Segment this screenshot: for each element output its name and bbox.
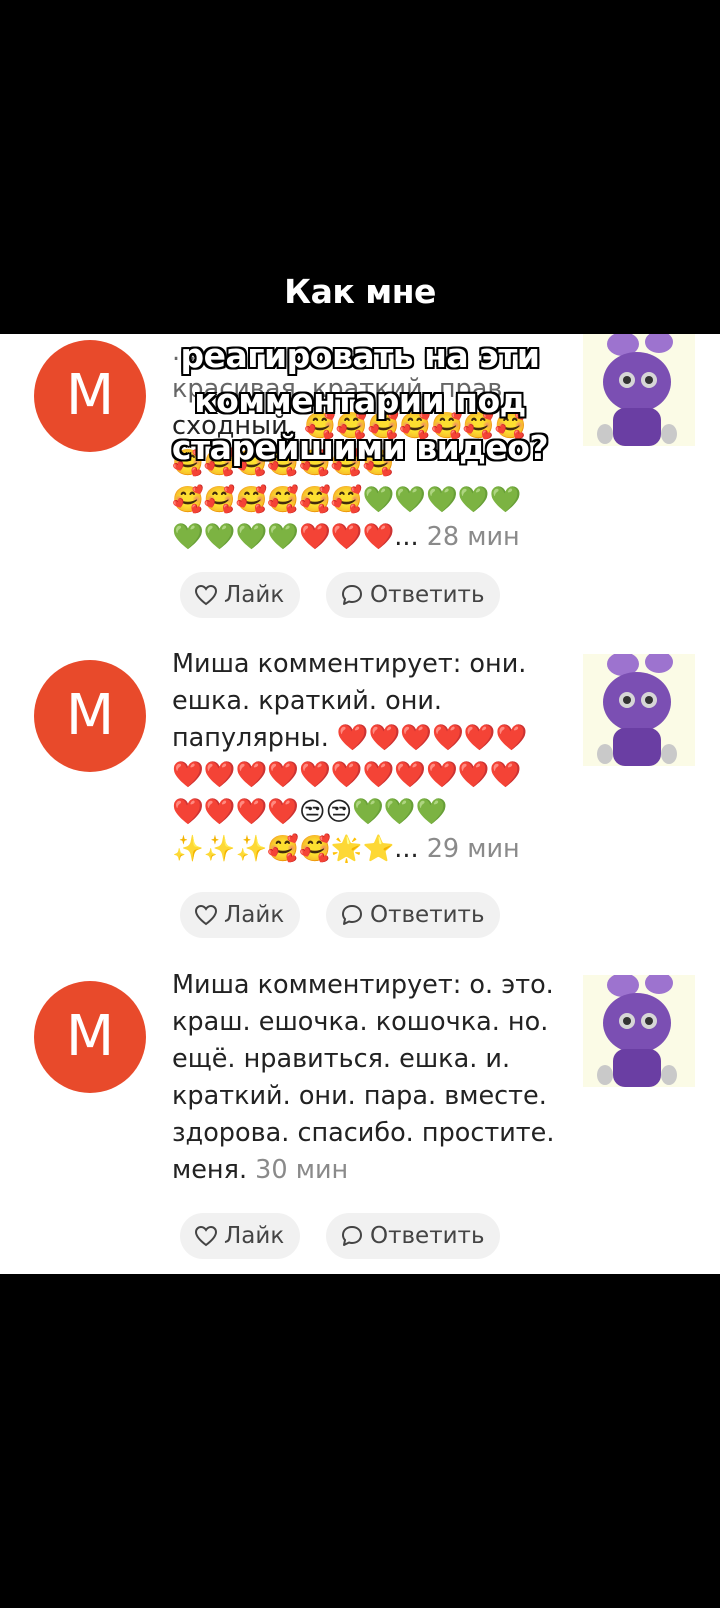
overlay-caption-line: комментарии под	[194, 381, 526, 420]
emoji-run: ❤️❤️❤️❤️❤️❤️	[336, 723, 528, 753]
comment-text-line: Миша комментирует: о. это.	[172, 970, 554, 1000]
emoji-run: ✨✨✨🥰🥰🌟⭐...	[172, 834, 419, 864]
reply-label: Ответить	[370, 902, 485, 928]
reply-button[interactable]: Ответить	[326, 572, 500, 618]
overlay-caption-line: реагировать на эти	[180, 336, 540, 375]
emoji-run: ❤️❤️❤️❤️😒😒💚💚💚	[172, 797, 448, 827]
overlay-caption-line: Как мне	[284, 272, 436, 311]
like-label: Лайк	[224, 582, 285, 608]
emoji-run: 💚💚💚💚❤️❤️❤️...	[172, 522, 419, 552]
reply-label: Ответить	[370, 1223, 485, 1249]
avatar[interactable]: М	[34, 660, 146, 772]
overlay-caption-line: старейшими видео?	[171, 428, 549, 467]
comment-text-line: краткий. они. пара. вместе.	[172, 1081, 547, 1111]
like-button[interactable]: Лайк	[180, 892, 300, 938]
bottom-black-bar	[0, 1274, 720, 1608]
speech-bubble-icon	[342, 585, 362, 605]
like-button[interactable]: Лайк	[180, 1213, 300, 1259]
reply-button[interactable]: Ответить	[326, 892, 500, 938]
comment-text-line: папулярны. ❤️❤️❤️❤️❤️❤️	[172, 720, 567, 757]
speech-bubble-icon	[342, 905, 362, 925]
comment-text-fragment: папулярны.	[172, 723, 329, 753]
comment-text-line: меня. 30 мин	[172, 1152, 567, 1189]
comment-time: 28 мин	[426, 522, 520, 552]
comment-text-line: 💚💚💚💚❤️❤️❤️... 28 мин	[172, 519, 567, 556]
comment-text-line: ешка. краткий. они.	[172, 686, 443, 716]
comment-text-line: Миша комментирует: они.	[172, 649, 527, 679]
emoji-run: ❤️❤️❤️❤️❤️❤️❤️❤️❤️❤️❤️	[172, 760, 522, 790]
like-button[interactable]: Лайк	[180, 572, 300, 618]
comment-text-line: краш. ешочка. кошочка. но.	[172, 1007, 549, 1037]
avatar-letter: М	[65, 683, 115, 748]
like-label: Лайк	[224, 902, 285, 928]
like-label: Лайк	[224, 1223, 285, 1249]
video-thumbnail[interactable]	[583, 654, 695, 766]
comment-text: Миша комментирует: они. ешка. краткий. о…	[172, 646, 567, 868]
comment-text-line: ✨✨✨🥰🥰🌟⭐... 29 мин	[172, 831, 567, 868]
heart-outline-icon	[194, 1225, 218, 1247]
comment-text-fragment: меня.	[172, 1155, 248, 1185]
comments-panel: М ... красивая. краткий. прав сходный. 🥰…	[0, 334, 720, 1274]
comment-text-line: ещё. нравиться. ешка. и.	[172, 1044, 511, 1074]
character-image	[597, 654, 677, 766]
avatar-letter: М	[65, 1004, 115, 1069]
speech-bubble-icon	[342, 1226, 362, 1246]
character-image	[597, 975, 677, 1087]
comment-time: 30 мин	[255, 1155, 349, 1185]
heart-outline-icon	[194, 584, 218, 606]
comment-time: 29 мин	[426, 834, 520, 864]
emoji-run: 🥰🥰🥰🥰🥰🥰💚💚💚💚💚	[172, 485, 522, 515]
reply-button[interactable]: Ответить	[326, 1213, 500, 1259]
reply-label: Ответить	[370, 582, 485, 608]
comment-text-line: здорова. спасибо. простите.	[172, 1118, 555, 1148]
avatar[interactable]: М	[34, 981, 146, 1093]
comment-text: Миша комментирует: о. это. краш. ешочка.…	[172, 967, 567, 1189]
heart-outline-icon	[194, 904, 218, 926]
video-thumbnail[interactable]	[583, 975, 695, 1087]
